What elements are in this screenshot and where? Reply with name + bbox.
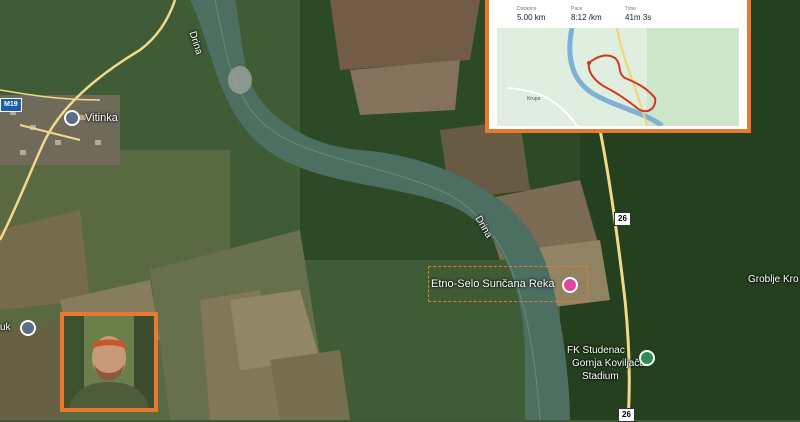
- stat-distance-value: 5.00 km: [517, 13, 546, 22]
- route-start-marker: [587, 61, 591, 65]
- poi-pin-hotel-icon[interactable]: [562, 277, 578, 293]
- place-label-left-edge[interactable]: uk: [0, 322, 11, 333]
- stat-time-label: Time: [625, 6, 636, 12]
- place-pin-left-edge[interactable]: [20, 320, 36, 336]
- place-label-fk-line3[interactable]: Stadium: [582, 371, 619, 382]
- road-shield-26: 26: [614, 212, 631, 226]
- stat-distance-label: Distance: [517, 6, 537, 12]
- place-label-fk-line2[interactable]: Gornja Koviljača: [572, 358, 645, 369]
- town-label-krupa: Krupa: [527, 96, 541, 102]
- place-label-vitinka[interactable]: Vitinka: [85, 112, 118, 124]
- place-label-groblje[interactable]: Groblje Kro: [748, 274, 799, 285]
- place-pin-vitinka[interactable]: [64, 110, 80, 126]
- road-shield-m19: M19: [0, 98, 22, 112]
- stat-pace-label: Pace: [571, 6, 583, 12]
- run-tracker-inset: Distance 5.00 km Pace 8:12 /km Time 41m …: [485, 0, 751, 133]
- place-label-etno-selo[interactable]: Etno-Selo Sunčana Reka: [431, 278, 555, 290]
- route-mini-map[interactable]: [497, 28, 739, 126]
- stat-pace-value: 8:12 /km: [571, 13, 602, 22]
- stadium-pin-icon[interactable]: [639, 350, 655, 366]
- stat-time-value: 41m 3s: [625, 13, 652, 22]
- runner-photo: [60, 312, 158, 412]
- place-label-fk-line1[interactable]: FK Studenac: [567, 345, 625, 356]
